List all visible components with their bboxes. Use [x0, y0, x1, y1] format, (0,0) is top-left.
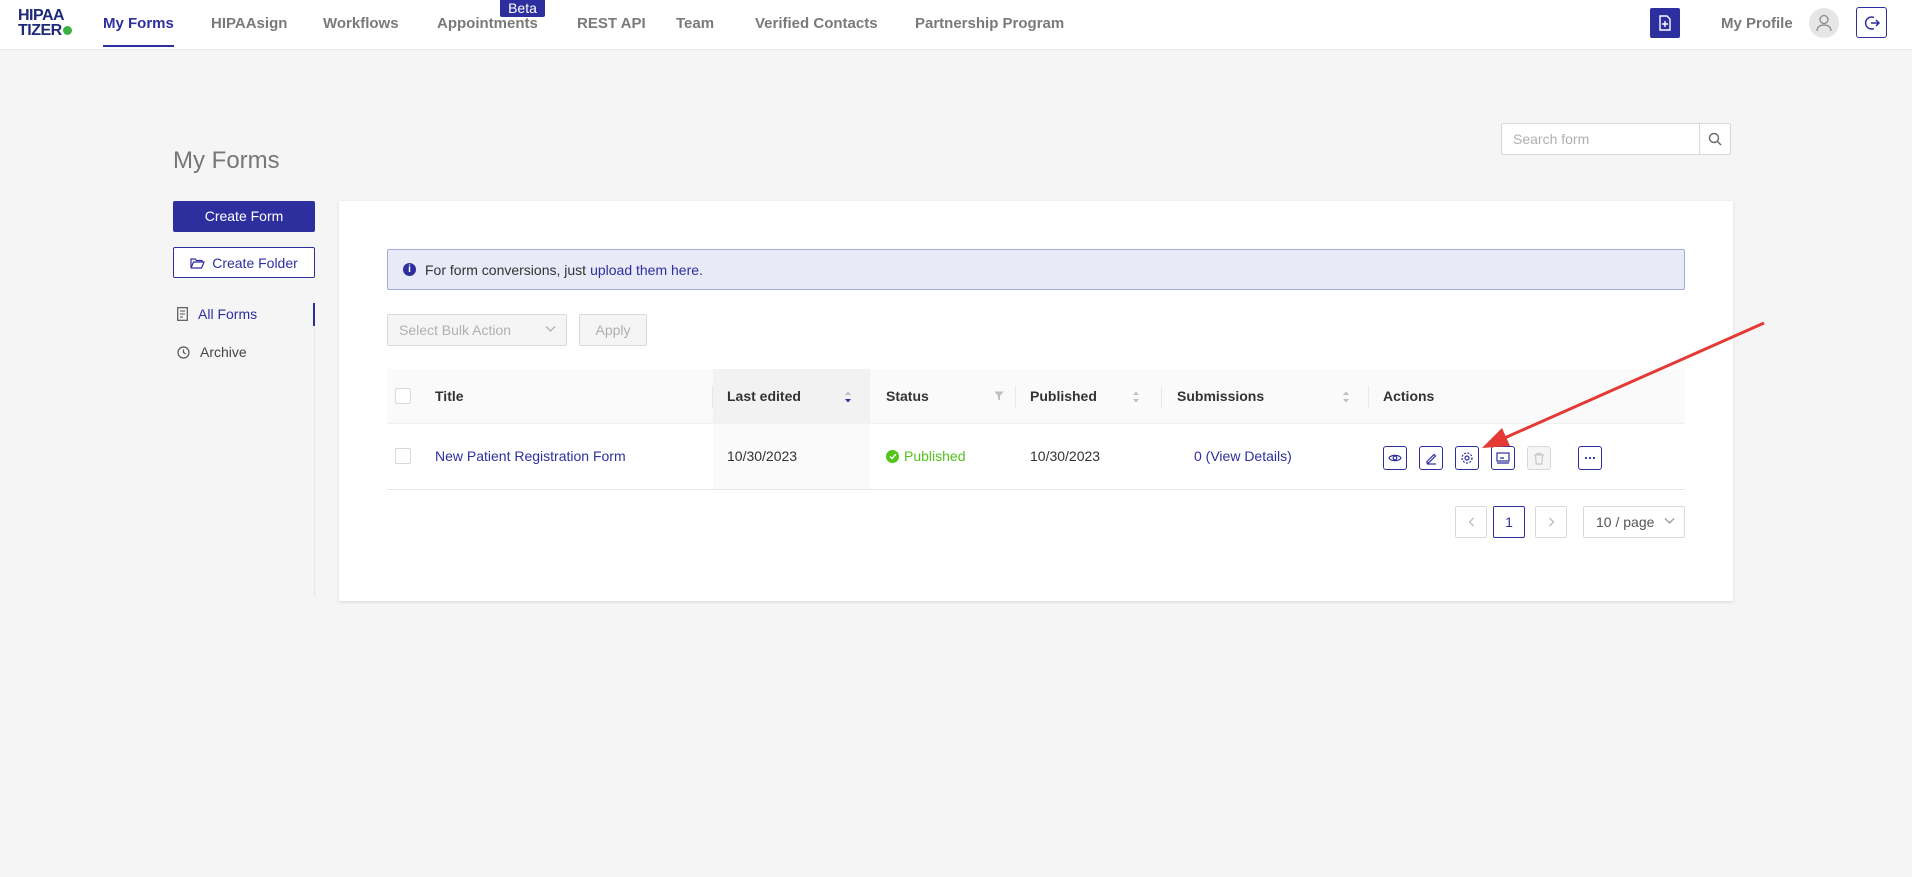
more-dots-icon [1584, 456, 1596, 460]
my-profile-link[interactable]: My Profile [1721, 15, 1793, 32]
settings-button[interactable] [1455, 446, 1479, 470]
last-edited-value: 10/30/2023 [727, 448, 798, 464]
check-circle-icon [886, 450, 899, 463]
embed-button[interactable] [1491, 446, 1515, 470]
new-document-button[interactable] [1650, 8, 1680, 38]
col-submissions: Submissions [1177, 388, 1265, 404]
info-text: For form conversions, just [425, 261, 587, 278]
bulk-action-select[interactable]: Select Bulk Action [387, 314, 567, 346]
document-plus-icon [1659, 15, 1671, 31]
hipaatizer-logo[interactable]: HIPAA TIZER [18, 8, 84, 40]
view-details-link[interactable]: 0 (View Details) [1194, 424, 1292, 489]
folder-open-icon [190, 257, 206, 269]
sidebar-item-all-forms[interactable]: All Forms [177, 303, 315, 326]
edit-button[interactable] [1419, 446, 1443, 470]
logout-button[interactable] [1856, 7, 1887, 38]
table-row: New Patient Registration Form 10/30/2023… [387, 424, 1685, 490]
logout-icon [1864, 15, 1880, 30]
search-box [1501, 123, 1731, 155]
sort-icon[interactable] [1132, 391, 1140, 403]
select-all-checkbox[interactable] [395, 388, 411, 404]
user-icon [1816, 14, 1832, 32]
monitor-icon [1496, 452, 1510, 464]
status-label: Published [904, 448, 966, 464]
eye-icon [1388, 454, 1402, 462]
nav-workflows[interactable]: Workflows [323, 15, 399, 32]
info-icon: i [403, 263, 416, 276]
sidebar-item-archive[interactable]: Archive [177, 344, 247, 360]
avatar[interactable] [1809, 8, 1839, 38]
page-number[interactable]: 1 [1493, 506, 1525, 538]
sidebar-nav: All Forms Archive [173, 300, 315, 596]
chevron-down-icon [545, 326, 556, 332]
next-page-button[interactable] [1535, 506, 1567, 538]
nav-team[interactable]: Team [676, 15, 714, 32]
sort-icon[interactable] [844, 391, 852, 403]
form-list-icon [177, 307, 188, 321]
apply-button[interactable]: Apply [579, 314, 647, 346]
clock-icon [177, 345, 190, 359]
col-status: Status [886, 388, 929, 404]
create-folder-label: Create Folder [212, 254, 298, 271]
search-input[interactable] [1502, 124, 1700, 154]
beta-badge: Beta [500, 0, 545, 17]
prev-page-button[interactable] [1455, 506, 1487, 538]
chevron-left-icon [1468, 517, 1474, 527]
sort-icon[interactable] [1342, 391, 1350, 403]
page-size-select[interactable]: 10 / page [1583, 506, 1685, 538]
sidebar-item-label: All Forms [198, 306, 258, 322]
forms-card: i For form conversions, just upload them… [339, 201, 1733, 601]
info-banner: i For form conversions, just upload them… [387, 249, 1685, 290]
delete-button[interactable] [1527, 446, 1551, 470]
more-button[interactable] [1578, 446, 1602, 470]
nav-appointments[interactable]: Appointments [437, 15, 538, 32]
chevron-down-icon [1664, 518, 1675, 524]
col-title: Title [435, 388, 464, 404]
sidebar-item-label: Archive [200, 344, 247, 360]
row-checkbox[interactable] [395, 448, 411, 464]
nav-verified-contacts[interactable]: Verified Contacts [755, 15, 878, 32]
table-header: Title Last edited Status Published Submi… [387, 369, 1685, 424]
bulk-action-placeholder: Select Bulk Action [399, 322, 512, 338]
nav-hipaasign[interactable]: HIPAAsign [211, 15, 287, 32]
filter-icon[interactable] [994, 391, 1004, 401]
create-folder-button[interactable]: Create Folder [173, 247, 315, 278]
nav-rest-api[interactable]: REST API [577, 15, 646, 32]
forms-table: Title Last edited Status Published Submi… [387, 369, 1685, 490]
chevron-right-icon [1548, 517, 1554, 527]
page-title: My Forms [173, 147, 280, 174]
published-value: 10/30/2023 [1030, 448, 1101, 464]
search-button[interactable] [1699, 124, 1730, 154]
nav-my-forms[interactable]: My Forms [103, 15, 174, 47]
top-navigation: HIPAA TIZER My Forms HIPAAsign Workflows… [0, 0, 1912, 50]
form-title-link[interactable]: New Patient Registration Form [435, 424, 626, 489]
create-form-button[interactable]: Create Form [173, 201, 315, 232]
pagination: 1 10 / page [339, 506, 1733, 538]
view-button[interactable] [1383, 446, 1407, 470]
upload-link[interactable]: upload them here. [590, 262, 703, 278]
nav-partnership-program[interactable]: Partnership Program [915, 15, 1064, 32]
trash-icon [1534, 452, 1544, 465]
status-badge: Published [886, 424, 966, 489]
gear-icon [1461, 452, 1473, 464]
search-icon [1708, 132, 1722, 146]
col-published: Published [1030, 388, 1097, 404]
pencil-icon [1425, 453, 1436, 465]
col-last-edited[interactable]: Last edited [727, 369, 801, 424]
col-actions: Actions [1383, 388, 1435, 404]
page-size-value: 10 / page [1596, 514, 1655, 530]
